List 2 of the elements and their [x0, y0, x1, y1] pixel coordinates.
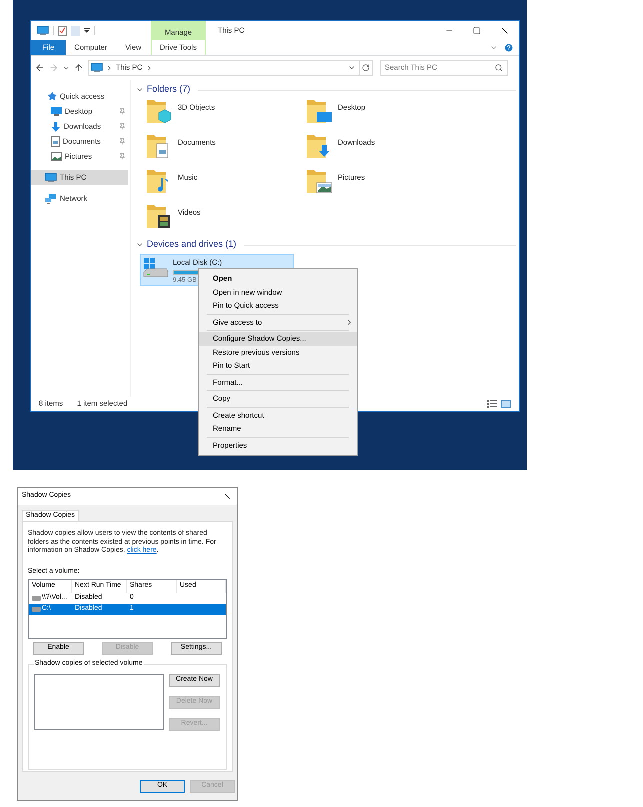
section-heading: Devices and drives (1) — [147, 238, 237, 252]
section-heading: Folders (7) — [147, 83, 191, 96]
